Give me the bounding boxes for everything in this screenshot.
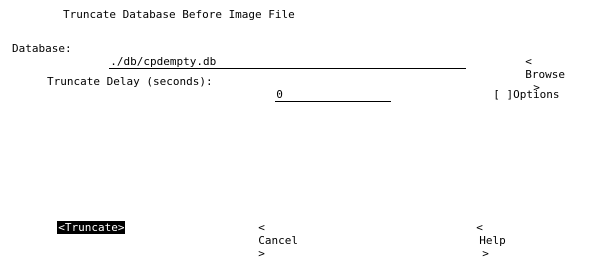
help-label: Help [479,234,506,247]
cancel-right-bracket: > [258,247,265,260]
database-input[interactable]: ./db/cpdempty.db [109,56,467,69]
database-label: Database: [12,42,72,55]
truncate-delay-input[interactable]: 0 [275,89,392,102]
help-button[interactable]: < Help > [463,208,506,260]
cancel-button[interactable]: < Cancel > [245,208,298,260]
dialog-title: Truncate Database Before Image File [63,8,295,21]
options-checkbox-label: Options [513,88,560,101]
truncate-delay-label: Truncate Delay (seconds): [47,75,213,88]
help-left-bracket: < [476,221,483,234]
help-right-bracket: > [482,247,489,260]
options-checkbox-box[interactable]: [ ] [493,88,513,101]
cancel-left-bracket: < [258,221,265,234]
truncate-button[interactable]: <Truncate> [44,208,126,234]
options-checkbox[interactable]: [ ]Options [480,75,559,101]
cancel-label: Cancel [258,234,298,247]
browse-left-bracket: < [525,55,532,68]
truncate-button-label: <Truncate> [57,221,126,234]
